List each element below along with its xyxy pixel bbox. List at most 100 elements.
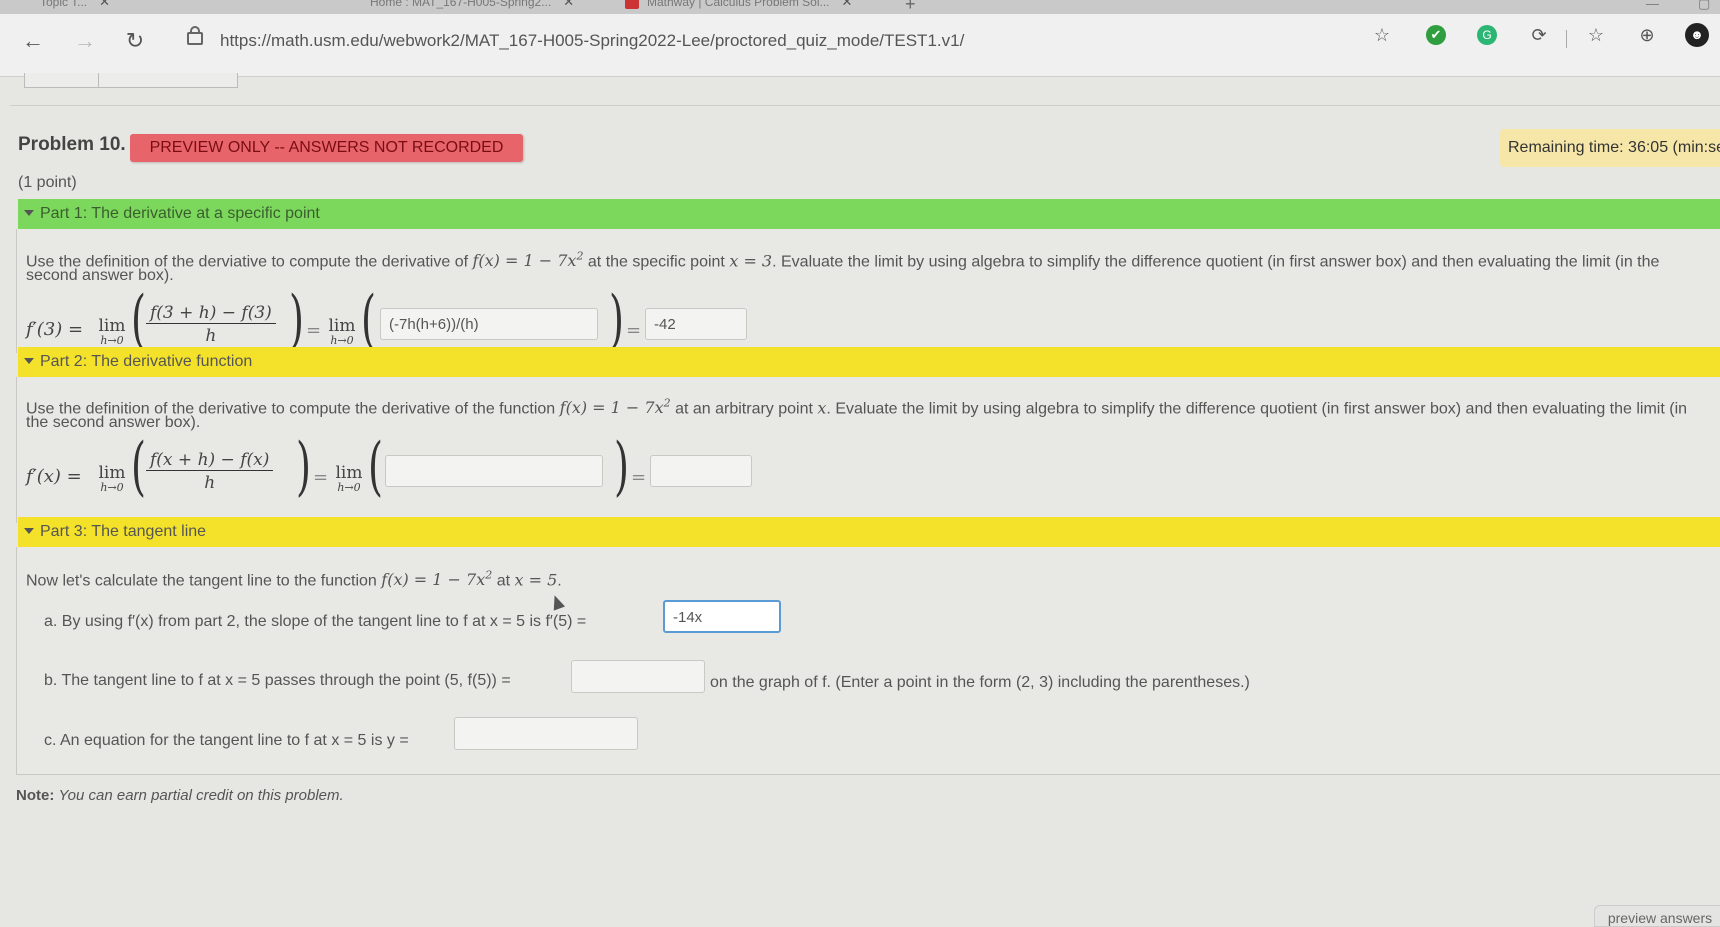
back-arrow-icon[interactable]: ← <box>18 26 48 56</box>
tab-label: Home : MAT_167-H005-Spring2... <box>370 0 552 9</box>
exponent: 2 <box>485 569 493 582</box>
preview-answers-button[interactable]: preview answers <box>1594 905 1720 927</box>
right-paren: ) <box>295 430 311 504</box>
limit: lim h→0 <box>94 316 130 347</box>
math: f(x) = 1 − 7x <box>381 570 486 590</box>
collapse-triangle-icon[interactable] <box>24 527 34 534</box>
minimize-icon[interactable]: — <box>1646 0 1659 11</box>
math-function: f(x) = 1 − 7x2 <box>381 569 493 590</box>
math: f(x) = 1 − 7x <box>472 251 577 271</box>
nav-box <box>98 73 238 88</box>
read-aloud-icon[interactable]: ☆ <box>1370 23 1394 47</box>
close-tab-icon[interactable]: ✕ <box>563 0 574 9</box>
text: at <box>496 572 511 590</box>
collapse-triangle-icon[interactable] <box>24 209 34 216</box>
address-bar[interactable]: https://math.usm.edu/webwork2/MAT_167-H0… <box>175 26 1475 56</box>
right-paren: ) <box>613 430 629 504</box>
limit: lim h→0 <box>94 463 130 494</box>
part3-intro: Now let's calculate the tangent line to … <box>26 566 562 590</box>
new-tab-icon[interactable]: + <box>905 0 916 14</box>
lim-word: lim <box>328 316 356 336</box>
part2-header[interactable]: Part 2: The derivative function <box>18 347 1720 377</box>
text: at an arbitrary point <box>675 400 813 418</box>
webwork-page: Problem 10. PREVIEW ONLY -- ANSWERS NOT … <box>0 73 1720 923</box>
part3-item-b-hint: on the graph of f. (Enter a point in the… <box>710 674 1250 691</box>
equals-sign: = <box>631 467 647 488</box>
browser-tab[interactable]: Topic T... ✕ <box>40 0 110 14</box>
tab-label: Mathway | Calculus Problem Sol... <box>647 0 830 9</box>
toolbar-divider <box>1566 30 1567 48</box>
restore-icon[interactable]: ▢ <box>1698 0 1710 12</box>
browser-tab-active[interactable]: Mathway | Calculus Problem Sol... ✕ <box>625 0 852 14</box>
part2-equation: f′(x) = lim h→0 ( f(x + h) − f(x) h ) = li… <box>26 430 826 510</box>
fraction-numerator: f(3 + h) − f(3) <box>146 303 276 324</box>
tab-bar: Topic T... ✕ Home : MAT_167-H005-Spring2.… <box>0 0 1720 14</box>
favorites-icon[interactable]: ☆ <box>1584 23 1608 47</box>
browser-toolbar: ← → ↻ https://math.usm.edu/webwork2/MAT_… <box>0 14 1720 77</box>
part1-answer-quotient[interactable]: (-7h(h+6))/(h) <box>380 308 598 340</box>
fraction-denominator: h <box>204 473 216 493</box>
right-paren: ) <box>608 283 624 357</box>
lim-word: lim <box>335 463 363 483</box>
left-paren: ( <box>130 283 146 357</box>
part1-instructions: Use the definition of the derviative to … <box>26 247 1659 271</box>
part2-answer-quotient[interactable] <box>385 455 603 487</box>
right-paren: ) <box>288 283 304 357</box>
extensions-icon[interactable]: ⟳ <box>1527 23 1551 47</box>
math-point: x = 5 <box>514 570 558 590</box>
mathway-icon <box>625 0 639 9</box>
browser-tab[interactable]: Home : MAT_167-H005-Spring2... ✕ <box>370 0 574 14</box>
lim-word: lim <box>98 463 126 483</box>
equation-lhs: f′(x) = <box>26 466 82 487</box>
limit: lim h→0 <box>331 463 367 494</box>
part2-answer-limit[interactable] <box>650 455 752 487</box>
text: . Evaluate the limit by using algebra to… <box>826 400 1688 418</box>
reload-icon[interactable]: ↻ <box>120 26 150 56</box>
part3-item-a: a. By using f′(x) from part 2, the slope… <box>44 613 587 630</box>
left-paren: ( <box>360 283 376 357</box>
collections-icon[interactable]: ⊕ <box>1635 23 1659 47</box>
url-text[interactable]: https://math.usm.edu/webwork2/MAT_167-H0… <box>220 31 964 51</box>
close-tab-icon[interactable]: ✕ <box>99 0 110 9</box>
equation-lhs: f′(3) = <box>26 319 84 340</box>
exponent: 2 <box>576 250 584 263</box>
extension-check-icon[interactable]: ✔ <box>1426 25 1446 45</box>
part3-header[interactable]: Part 3: The tangent line <box>18 517 1720 547</box>
fraction-numerator: f(x + h) − f(x) <box>146 450 274 471</box>
lock-icon <box>187 26 203 45</box>
part1-answer-limit[interactable]: -42 <box>645 308 747 340</box>
part1-instructions-cont: second answer box). <box>26 267 174 284</box>
point-answer-input[interactable] <box>571 660 705 693</box>
part2-instructions-cont: the second answer box). <box>26 414 201 431</box>
difference-quotient: f(x + h) − f(x) h <box>146 450 274 493</box>
text: at the specific point <box>587 253 725 271</box>
left-paren: ( <box>130 430 146 504</box>
remaining-time: Remaining time: 36:05 (min:sec) <box>1500 129 1720 167</box>
part1-header[interactable]: Part 1: The derivative at a specific poi… <box>18 199 1720 229</box>
problem-title: Problem 10. <box>18 134 126 155</box>
equals-sign: = <box>313 467 329 488</box>
left-paren: ( <box>367 430 383 504</box>
text: Now let's calculate the tangent line to … <box>26 572 377 590</box>
difference-quotient: f(3 + h) − f(3) h <box>146 303 276 346</box>
profile-avatar[interactable]: ☻ <box>1685 23 1709 47</box>
grammarly-icon[interactable]: G <box>1477 25 1497 45</box>
forward-arrow-icon[interactable]: → <box>70 26 100 56</box>
collapse-triangle-icon[interactable] <box>24 357 34 364</box>
note-label: Note: <box>16 787 55 804</box>
slope-answer-input[interactable]: -14x <box>663 600 781 633</box>
equals-sign: = <box>306 320 322 341</box>
tab-label: Topic T... <box>40 0 88 9</box>
note-text: You can earn partial credit on this prob… <box>58 787 344 804</box>
part3-item-c: c. An equation for the tangent line to f… <box>44 732 409 749</box>
tangent-line-answer-input[interactable] <box>454 717 638 750</box>
part2-instructions: Use the definition of the derivative to … <box>26 394 1687 418</box>
preview-only-badge: PREVIEW ONLY -- ANSWERS NOT RECORDED <box>130 134 523 162</box>
close-tab-icon[interactable]: ✕ <box>842 0 853 9</box>
part3-item-b: b. The tangent line to f at x = 5 passes… <box>44 672 511 689</box>
divider <box>10 105 1720 106</box>
equals-sign: = <box>626 320 642 341</box>
math-function: f(x) = 1 − 7x2 <box>472 250 584 271</box>
part1-header-label: Part 1: The derivative at a specific poi… <box>40 205 320 222</box>
nav-box <box>24 73 100 88</box>
